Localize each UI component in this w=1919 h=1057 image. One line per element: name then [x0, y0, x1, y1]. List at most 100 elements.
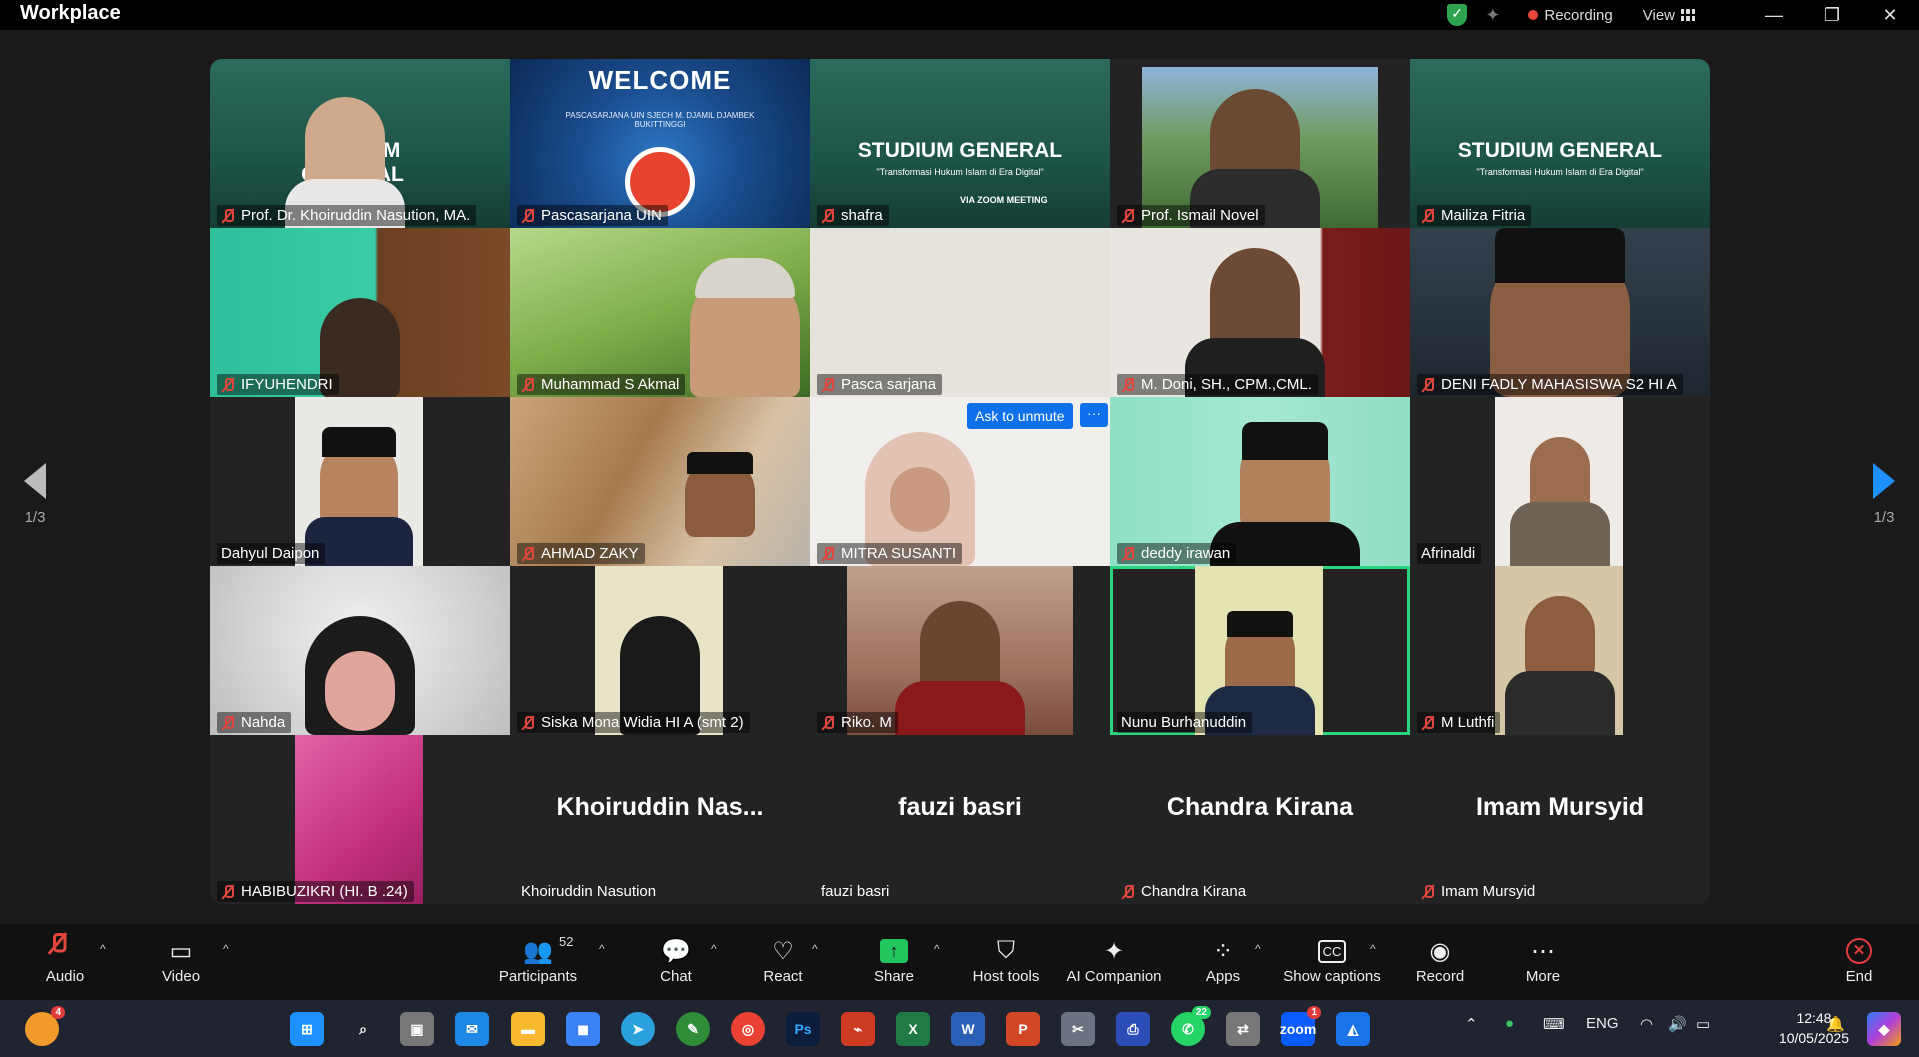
battery-icon[interactable]: ▭: [1696, 1015, 1710, 1033]
participant-name-label: shafra: [817, 205, 889, 226]
participant-tile-active-speaker[interactable]: Nunu Burhanuddin: [1110, 566, 1410, 735]
participant-name-label: Riko. M: [817, 712, 898, 733]
record-button[interactable]: ◉ Record: [1385, 934, 1495, 986]
share-options-caret[interactable]: ^: [934, 942, 940, 956]
participant-tile-no-video[interactable]: fauzi basri fauzi basri: [810, 735, 1110, 904]
participant-tile[interactable]: M. Doni, SH., CPM.,CML.: [1110, 228, 1410, 397]
ask-to-unmute-button[interactable]: Ask to unmute: [967, 403, 1073, 429]
participant-tile-no-video[interactable]: Khoiruddin Nas... Khoiruddin Nasution: [510, 735, 810, 904]
video-button[interactable]: ▭ Video: [126, 934, 236, 986]
task-view-icon[interactable]: ▣: [400, 1012, 434, 1046]
recording-label[interactable]: Recording: [1544, 7, 1612, 24]
chevron-right-icon[interactable]: [1873, 463, 1895, 499]
participant-name-label: MITRA SUSANTI: [817, 543, 963, 564]
speaker-cap: [1227, 611, 1293, 637]
minimize-icon[interactable]: —: [1745, 5, 1803, 26]
participant-name-label: IFYUHENDRI: [217, 374, 339, 395]
telegram-icon[interactable]: ➤: [621, 1012, 655, 1046]
participant-tile-no-video[interactable]: Chandra Kirana Chandra Kirana: [1110, 735, 1410, 904]
store-icon[interactable]: ◼: [566, 1012, 600, 1046]
keyboard-icon[interactable]: ⌨: [1543, 1015, 1565, 1033]
participant-tile[interactable]: STUDIUM GENERAL Prof. Dr. Khoiruddin Nas…: [210, 59, 510, 228]
tile-more-button[interactable]: ···: [1080, 403, 1108, 427]
participant-tile[interactable]: Muhammad S Akmal: [510, 228, 810, 397]
powerpoint-icon[interactable]: P: [1006, 1012, 1040, 1046]
paint-app-icon[interactable]: ◭: [1336, 1012, 1370, 1046]
participant-tile[interactable]: Siska Mona Widia HI A (smt 2): [510, 566, 810, 735]
end-meeting-button[interactable]: ✕ End: [1804, 934, 1914, 985]
recording-dot-icon: [1528, 10, 1539, 20]
restore-icon[interactable]: ❐: [1803, 5, 1861, 26]
apps-button[interactable]: ⁘ Apps: [1168, 934, 1278, 986]
react-options-caret[interactable]: ^: [812, 942, 818, 956]
view-grid-icon[interactable]: [1681, 9, 1695, 21]
photoshop-icon[interactable]: Ps: [786, 1012, 820, 1046]
chat-options-caret[interactable]: ^: [711, 942, 717, 956]
volume-icon[interactable]: 🔊: [1668, 1015, 1687, 1033]
chrome-icon[interactable]: ◎: [731, 1012, 765, 1046]
audio-options-caret[interactable]: ^: [100, 942, 106, 956]
more-button[interactable]: ⋯ More: [1488, 934, 1598, 986]
participants-options-caret[interactable]: ^: [599, 942, 605, 956]
weather-widget-icon[interactable]: 4: [25, 1006, 65, 1046]
copilot-icon[interactable]: ◆: [1867, 1012, 1901, 1046]
speaker-cap: [695, 258, 795, 298]
participant-tile[interactable]: Prof. Ismail Novel: [1110, 59, 1410, 228]
participant-tile[interactable]: HABIBUZIKRI (HI. B .24): [210, 735, 510, 904]
tool-app-icon[interactable]: ✂: [1061, 1012, 1095, 1046]
host-tools-button[interactable]: ⛉ Host tools: [951, 934, 1061, 985]
pen-app-icon[interactable]: ✎: [676, 1012, 710, 1046]
participant-tile[interactable]: Afrinaldi: [1410, 397, 1710, 566]
microphone-icon[interactable]: ●: [1505, 1015, 1514, 1032]
camera-icon: ▭: [169, 937, 193, 965]
excel-icon[interactable]: X: [896, 1012, 930, 1046]
zoom-icon[interactable]: zoom 1: [1280, 1006, 1321, 1046]
video-options-caret[interactable]: ^: [223, 942, 229, 956]
wifi-icon[interactable]: ◠: [1640, 1015, 1653, 1033]
language-indicator[interactable]: ENG: [1586, 1015, 1619, 1032]
windows-start-icon[interactable]: ⊞: [290, 1012, 324, 1046]
view-button[interactable]: View: [1643, 7, 1675, 24]
react-button[interactable]: ♡ React: [728, 934, 838, 986]
print-app-icon[interactable]: ⎙: [1116, 1012, 1150, 1046]
notification-bell-icon[interactable]: 🔔: [1826, 1015, 1845, 1033]
participant-tile[interactable]: STUDIUM GENERAL "Transformasi Hukum Isla…: [810, 59, 1110, 228]
search-icon[interactable]: ⌕: [346, 1012, 380, 1046]
speaker-face: [325, 651, 395, 731]
participant-tile[interactable]: Pasca sarjana: [810, 228, 1110, 397]
participant-tile[interactable]: WELCOME PASCASARJANA UIN SJECH M. DJAMIL…: [510, 59, 810, 228]
ai-companion-button[interactable]: ✦ AI Companion: [1059, 934, 1169, 986]
participant-tile[interactable]: deddy irawan: [1110, 397, 1410, 566]
participant-tile-no-video[interactable]: Imam Mursyid Imam Mursyid: [1410, 735, 1710, 904]
tray-expand-icon[interactable]: ⌃: [1465, 1015, 1478, 1033]
participant-tile[interactable]: M Luthfi: [1410, 566, 1710, 735]
participant-tile[interactable]: AHMAD ZAKY: [510, 397, 810, 566]
file-explorer-icon[interactable]: ▬: [511, 1012, 545, 1046]
mic-muted-icon: [821, 377, 835, 393]
ai-sparkle-icon[interactable]: ✦: [1485, 5, 1500, 26]
captions-options-caret[interactable]: ^: [1370, 942, 1376, 956]
participant-tile[interactable]: Nahda: [210, 566, 510, 735]
participant-tile[interactable]: IFYUHENDRI: [210, 228, 510, 397]
chevron-left-icon[interactable]: [24, 463, 46, 499]
share-button[interactable]: ↑ Share: [839, 934, 949, 985]
acrobat-icon[interactable]: ⌁: [841, 1012, 875, 1046]
next-page-nav[interactable]: 1/3: [1854, 463, 1914, 526]
close-icon[interactable]: ✕: [1861, 5, 1919, 26]
whatsapp-icon[interactable]: ✆ 22: [1171, 1006, 1211, 1046]
participant-tile[interactable]: Riko. M: [810, 566, 1110, 735]
word-icon[interactable]: W: [951, 1012, 985, 1046]
participant-tile[interactable]: DENI FADLY MAHASISWA S2 HI A: [1410, 228, 1710, 397]
participant-tile[interactable]: Ask to unmute ··· MITRA SUSANTI: [810, 397, 1110, 566]
mail-icon[interactable]: ✉: [455, 1012, 489, 1046]
windows-taskbar: 4 ⊞ ⌕ ▣ ✉ ▬ ◼ ➤ ✎ ◎ Ps ⌁ X W P ✂ ⎙ ✆ 22 ⇄…: [0, 1000, 1919, 1057]
prev-page-nav[interactable]: 1/3: [5, 463, 65, 526]
network-app-icon[interactable]: ⇄: [1226, 1012, 1260, 1046]
speaker-cap: [687, 452, 753, 474]
video-feed: [810, 228, 1110, 397]
participants-button[interactable]: 👥 Participants: [483, 934, 593, 986]
participant-tile[interactable]: STUDIUM GENERAL "Transformasi Hukum Isla…: [1410, 59, 1710, 228]
encryption-shield-icon[interactable]: [1447, 4, 1468, 26]
apps-options-caret[interactable]: ^: [1255, 942, 1261, 956]
participant-tile[interactable]: Dahyul Daipon: [210, 397, 510, 566]
